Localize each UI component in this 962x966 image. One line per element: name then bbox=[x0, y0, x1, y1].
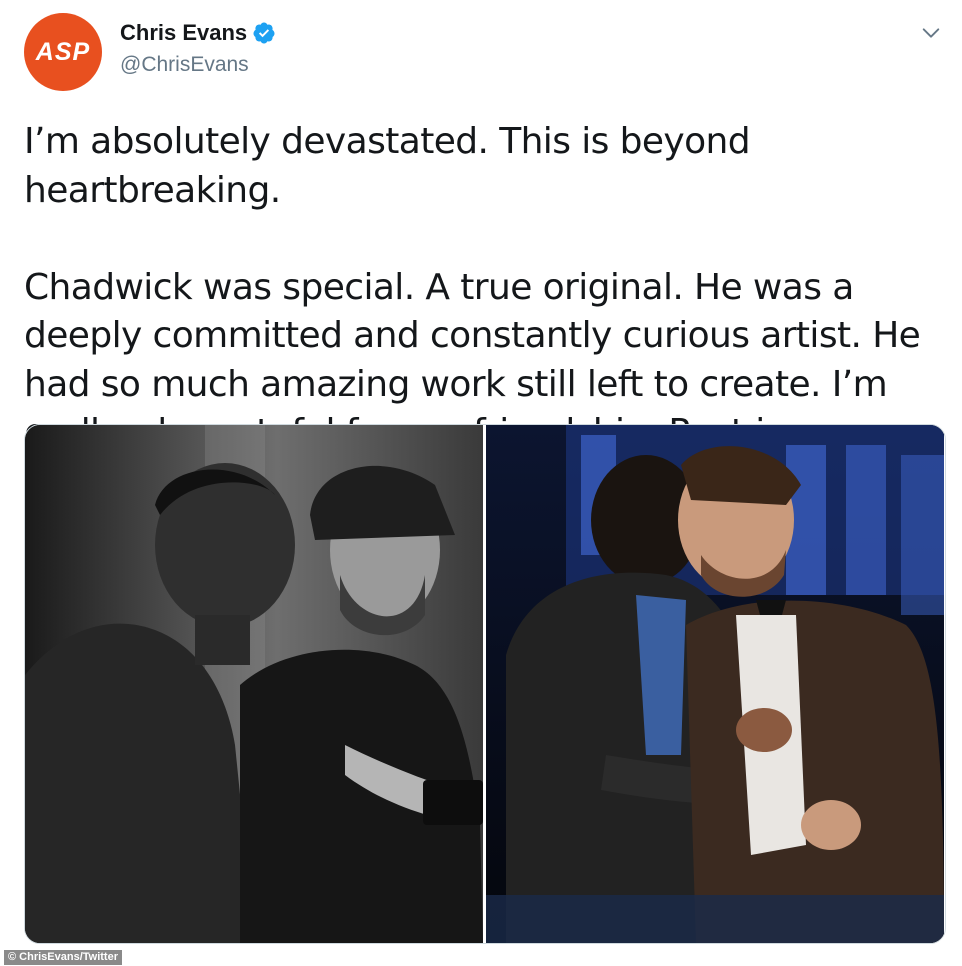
photo-right-illustration bbox=[486, 425, 944, 943]
author-name-row: Chris Evans bbox=[120, 20, 276, 46]
author-display-name[interactable]: Chris Evans bbox=[120, 20, 247, 46]
verified-badge-icon bbox=[253, 22, 275, 44]
photo-credit: © ChrisEvans/Twitter bbox=[4, 950, 122, 965]
tweet-card: ASP Chris Evans @ChrisEvans I’m absolute… bbox=[0, 0, 962, 966]
author-avatar[interactable]: ASP bbox=[24, 13, 102, 91]
photo-left-illustration bbox=[25, 425, 483, 943]
chevron-down-icon[interactable] bbox=[920, 22, 942, 44]
photo-black-and-white[interactable] bbox=[25, 425, 483, 943]
tweet-paragraph-1: I’m absolutely devastated. This is beyon… bbox=[24, 121, 761, 211]
tweet-media-grid bbox=[24, 424, 946, 944]
author-handle[interactable]: @ChrisEvans bbox=[120, 53, 249, 77]
avatar-logo-text: ASP bbox=[35, 37, 91, 66]
photo-stage-embrace[interactable] bbox=[486, 425, 944, 943]
